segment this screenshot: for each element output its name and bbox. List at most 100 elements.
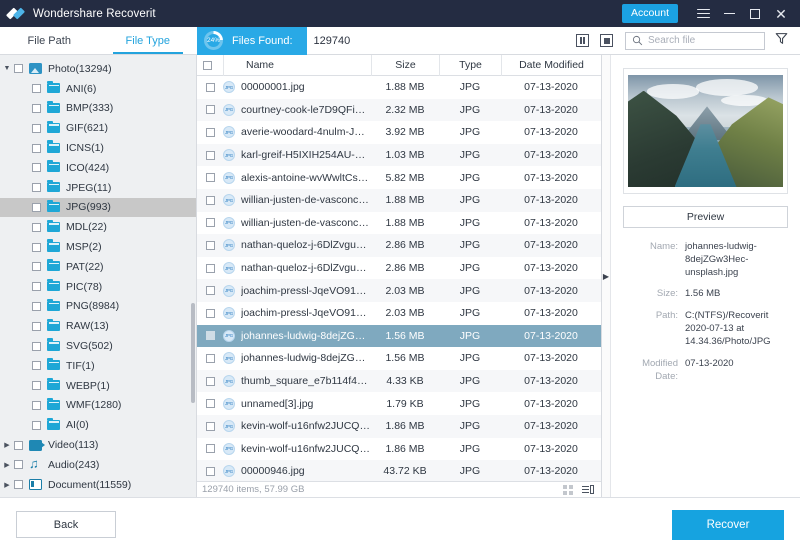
sidebar-item-checkbox[interactable]: [32, 420, 41, 430]
table-row[interactable]: nathan-queloz-j-6DlZvguFc-unsplash... 2.8…: [197, 234, 601, 257]
sidebar-item-checkbox[interactable]: [32, 242, 41, 252]
sidebar-item-photo[interactable]: ▼ Photo(13294): [0, 59, 196, 79]
chevron-right-icon[interactable]: ▶: [0, 481, 14, 489]
sidebar-item-audio[interactable]: ▶ Audio(243): [0, 455, 196, 475]
sidebar-item-checkbox[interactable]: [32, 84, 41, 94]
chevron-down-icon[interactable]: ▼: [0, 65, 14, 72]
chevron-right-icon[interactable]: ▶: [0, 441, 14, 449]
row-checkbox[interactable]: [197, 376, 223, 386]
sidebar-item-svg[interactable]: SVG(502): [0, 336, 196, 356]
sidebar-item-checkbox[interactable]: [32, 400, 41, 410]
table-row[interactable]: averie-woodard-4nulm-JUYFo-unspla... 3.92…: [197, 121, 601, 144]
search-input-wrapper[interactable]: [625, 31, 765, 50]
chevron-right-icon[interactable]: ▶: [0, 461, 14, 469]
sidebar-item-checkbox[interactable]: [32, 262, 41, 272]
preview-collapse-handle[interactable]: ▶: [602, 55, 611, 497]
table-row[interactable]: kevin-wolf-u16nfw2JUCQ-unsplash.jpg 1.86 …: [197, 438, 601, 461]
row-checkbox[interactable]: [197, 466, 223, 476]
table-row[interactable]: nathan-queloz-j-6DlZvguFc-unsplash... 2.8…: [197, 257, 601, 280]
table-row[interactable]: 00000001.jpg 1.88 MB JPG 07-13-2020: [197, 76, 601, 99]
grid-view-icon[interactable]: [562, 484, 573, 495]
account-button[interactable]: Account: [622, 4, 678, 23]
row-checkbox[interactable]: [197, 308, 223, 318]
column-header-name[interactable]: Name: [223, 54, 371, 76]
pause-icon[interactable]: [576, 34, 589, 47]
row-checkbox[interactable]: [197, 173, 223, 183]
sidebar-item-checkbox[interactable]: [32, 282, 41, 292]
column-header-type[interactable]: Type: [439, 54, 501, 76]
sidebar-item-ai[interactable]: AI(0): [0, 415, 196, 435]
sidebar-item-checkbox[interactable]: [32, 123, 41, 133]
sidebar-item-ico[interactable]: ICO(424): [0, 158, 196, 178]
tab-file-path[interactable]: File Path: [0, 27, 99, 54]
sidebar-item-checkbox[interactable]: [32, 222, 41, 232]
row-checkbox[interactable]: [197, 286, 223, 296]
sidebar-item-jpeg[interactable]: JPEG(11): [0, 178, 196, 198]
sidebar-scrollbar[interactable]: [191, 303, 195, 403]
sidebar-item-checkbox[interactable]: [14, 460, 23, 470]
sidebar-item-mdl[interactable]: MDL(22): [0, 217, 196, 237]
sidebar-item-pat[interactable]: PAT(22): [0, 257, 196, 277]
row-checkbox[interactable]: [197, 421, 223, 431]
sidebar-item-checkbox[interactable]: [32, 163, 41, 173]
table-row[interactable]: johannes-ludwig-8dejZGw3Hec-unsp... 1.56 …: [197, 324, 601, 348]
row-checkbox[interactable]: [197, 218, 223, 228]
sidebar-item-msp[interactable]: MSP(2): [0, 237, 196, 257]
sidebar-item-icns[interactable]: ICNS(1): [0, 138, 196, 158]
table-row[interactable]: joachim-pressl-JqeVO91m1Go-unspl... 2.03 …: [197, 302, 601, 325]
row-checkbox[interactable]: [197, 150, 223, 160]
table-row[interactable]: joachim-pressl-JqeVO91m1Go-unspl... 2.03 …: [197, 279, 601, 302]
back-button[interactable]: Back: [16, 511, 116, 538]
table-row[interactable]: willian-justen-de-vasconcellos-6SGa... 1.…: [197, 188, 601, 212]
sidebar-item-png[interactable]: PNG(8984): [0, 297, 196, 317]
sidebar-item-checkbox[interactable]: [32, 183, 41, 193]
row-checkbox[interactable]: [197, 353, 223, 363]
table-row[interactable]: kevin-wolf-u16nfw2JUCQ-unsplash.jpg 1.86 …: [197, 414, 601, 438]
table-row[interactable]: courtney-cook-le7D9QFiPr8-unsplas... 2.32…: [197, 98, 601, 122]
row-checkbox[interactable]: [197, 331, 223, 341]
list-view-icon[interactable]: [581, 485, 594, 494]
sidebar-item-checkbox[interactable]: [32, 202, 41, 212]
sidebar-item-raw[interactable]: RAW(13): [0, 316, 196, 336]
row-checkbox[interactable]: [197, 195, 223, 205]
row-checkbox[interactable]: [197, 240, 223, 250]
close-icon[interactable]: ✕: [768, 0, 794, 27]
recover-button[interactable]: Recover: [672, 509, 784, 540]
row-checkbox[interactable]: [197, 127, 223, 137]
sidebar-item-tif[interactable]: TIF(1): [0, 356, 196, 376]
sidebar-item-jpg[interactable]: JPG(993): [0, 197, 196, 218]
select-all-checkbox[interactable]: [197, 60, 223, 70]
filter-funnel-icon[interactable]: [775, 32, 788, 50]
row-checkbox[interactable]: [197, 399, 223, 409]
sidebar-item-checkbox[interactable]: [32, 381, 41, 391]
sidebar-item-checkbox[interactable]: [32, 321, 41, 331]
sidebar-item-bmp[interactable]: BMP(333): [0, 99, 196, 119]
stop-icon[interactable]: [600, 34, 613, 47]
column-header-size[interactable]: Size: [371, 54, 439, 76]
search-input[interactable]: [648, 35, 758, 46]
sidebar-item-checkbox[interactable]: [14, 480, 23, 490]
column-header-date[interactable]: Date Modified: [501, 54, 601, 76]
sidebar-item-checkbox[interactable]: [32, 103, 41, 113]
row-checkbox[interactable]: [197, 263, 223, 273]
table-row[interactable]: willian-justen-de-vasconcellos-6SGa... 1.…: [197, 212, 601, 235]
sidebar-item-wmf[interactable]: WMF(1280): [0, 396, 196, 416]
sidebar-item-checkbox[interactable]: [14, 64, 23, 74]
table-row[interactable]: unnamed[3].jpg 1.79 KB JPG 07-13-2020: [197, 392, 601, 415]
sidebar-item-checkbox[interactable]: [32, 361, 41, 371]
sidebar-item-checkbox[interactable]: [32, 301, 41, 311]
table-row[interactable]: thumb_square_e7b114f438afdd40e0... 4.33 K…: [197, 369, 601, 393]
tab-file-type[interactable]: File Type: [99, 27, 198, 54]
row-checkbox[interactable]: [197, 105, 223, 115]
table-row[interactable]: johannes-ludwig-8dejZGw3Hec-unsp... 1.56 …: [197, 347, 601, 370]
sidebar-item-document[interactable]: ▶ Document(11559): [0, 475, 196, 495]
row-checkbox[interactable]: [197, 444, 223, 454]
table-row[interactable]: alexis-antoine-wvWwltCssr8-unsplas... 5.8…: [197, 166, 601, 189]
sidebar-item-checkbox[interactable]: [32, 143, 41, 153]
maximize-icon[interactable]: [742, 0, 768, 27]
table-row[interactable]: karl-greif-H5IXIH254AU-unsplash.jpg 1.03 …: [197, 143, 601, 167]
sidebar-item-pic[interactable]: PIC(78): [0, 277, 196, 297]
sidebar-item-checkbox[interactable]: [14, 440, 23, 450]
sidebar-item-ani[interactable]: ANI(6): [0, 79, 196, 99]
sidebar-item-email[interactable]: ▶Email(23): [0, 495, 196, 497]
